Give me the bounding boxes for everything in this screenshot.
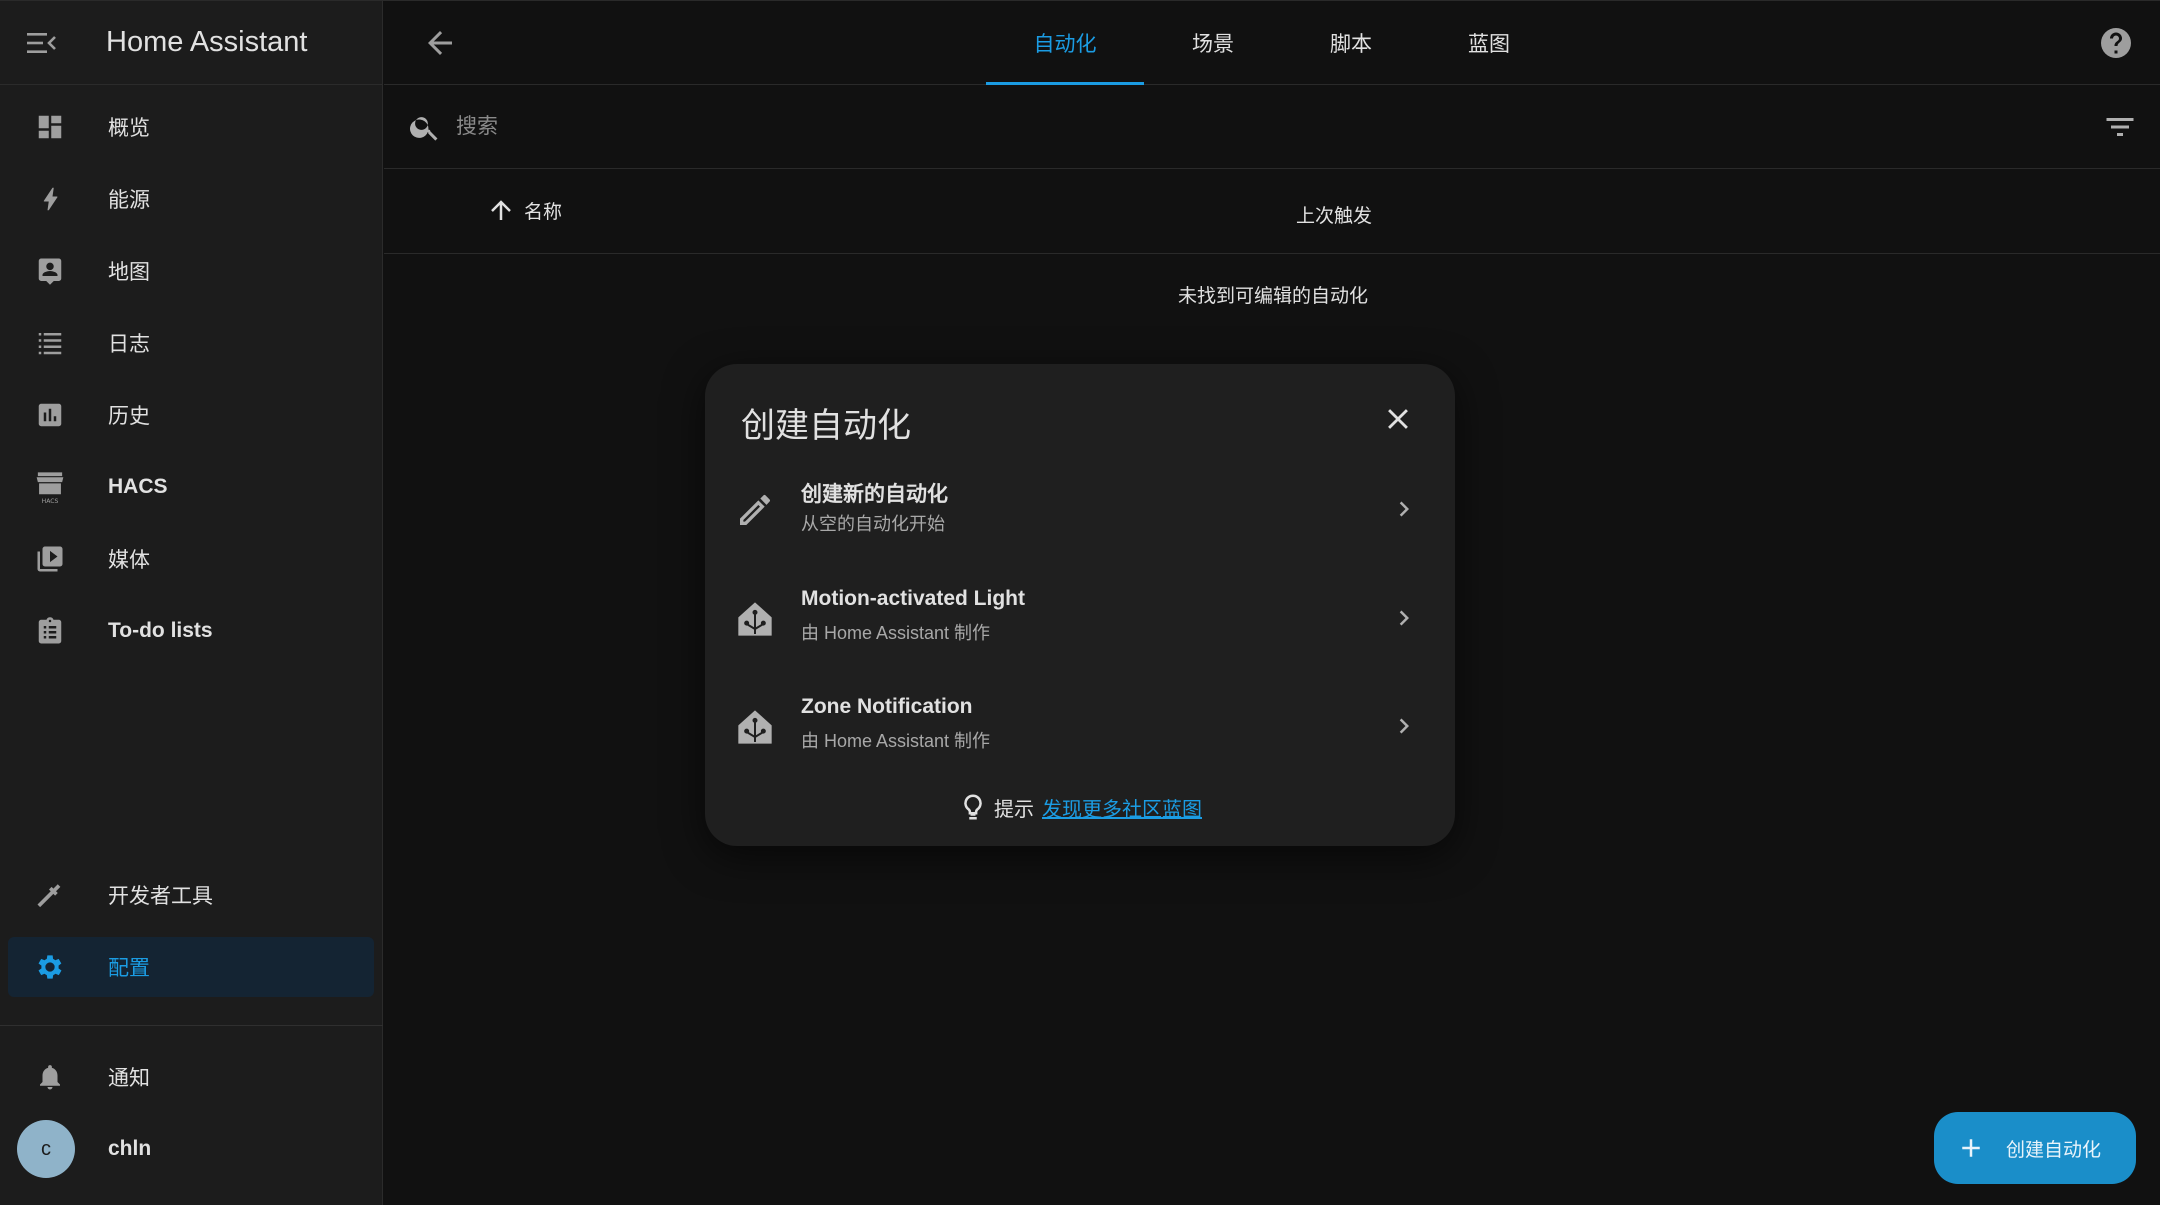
dialog-title: 创建自动化 bbox=[741, 407, 911, 445]
tab-scenes[interactable]: 场景 bbox=[1144, 1, 1282, 85]
app-title: Home Assistant bbox=[106, 26, 308, 58]
empty-table-message: 未找到可编辑的自动化 bbox=[1178, 286, 1369, 307]
dialog-close-button[interactable] bbox=[1381, 402, 1415, 436]
sidebar-item-notifications[interactable]: 通知 bbox=[8, 1047, 374, 1107]
dialog-item-title: 创建新的自动化 bbox=[801, 483, 948, 506]
topbar: 自动化 场景 脚本 蓝图 bbox=[384, 1, 2160, 85]
dialog-item-title: Zone Notification bbox=[801, 695, 973, 718]
dialog-item-subtitle: 由 Home Assistant 制作 bbox=[801, 731, 991, 751]
create-automation-dialog: 创建自动化 创建新的自动化 从空的自动化开始 Motion-activated … bbox=[705, 364, 1455, 846]
sidebar-item-map[interactable]: 地图 bbox=[8, 241, 374, 301]
close-icon bbox=[1388, 409, 1408, 429]
sidebar-item-label: 媒体 bbox=[108, 549, 150, 572]
sidebar-item-hacs[interactable]: HACS HACS bbox=[8, 457, 374, 517]
avatar-wrapper: c bbox=[12, 1120, 80, 1178]
menu-collapse-icon bbox=[27, 32, 56, 53]
clipboard-icon bbox=[16, 616, 84, 646]
sidebar-item-label: 能源 bbox=[108, 189, 150, 212]
chevron-right-icon bbox=[1399, 501, 1409, 517]
map-icon bbox=[16, 256, 84, 286]
media-icon bbox=[16, 544, 84, 574]
menu-toggle-button[interactable] bbox=[0, 1, 84, 85]
sidebar-item-energy[interactable]: 能源 bbox=[8, 169, 374, 229]
chart-icon bbox=[16, 400, 84, 430]
sidebar-item-label: 日志 bbox=[108, 333, 150, 356]
chevron-right-icon bbox=[1399, 718, 1409, 734]
svg-text:HACS: HACS bbox=[42, 498, 59, 504]
sidebar-item-label: 地图 bbox=[108, 261, 150, 284]
arrow-left-icon bbox=[428, 31, 452, 55]
plus-icon bbox=[1962, 1139, 1980, 1157]
sidebar-divider bbox=[0, 1025, 383, 1026]
sidebar-item-settings[interactable]: 配置 bbox=[8, 937, 374, 997]
chevron-right-icon bbox=[1399, 610, 1409, 626]
search-bar bbox=[384, 85, 2160, 169]
hacs-icon: HACS bbox=[16, 470, 84, 504]
dialog-item-subtitle: 从空的自动化开始 bbox=[801, 514, 945, 534]
home-assistant-icon bbox=[738, 602, 772, 636]
dialog-tip: 提示 发现更多社区蓝图 bbox=[705, 792, 1455, 822]
tab-scripts[interactable]: 脚本 bbox=[1282, 1, 1420, 85]
avatar: c bbox=[17, 1120, 75, 1178]
sidebar-item-label: 概览 bbox=[108, 117, 150, 140]
hammer-icon bbox=[16, 880, 84, 910]
lightbulb-icon bbox=[964, 794, 982, 820]
filter-icon bbox=[2106, 118, 2134, 136]
sidebar-item-label: HACS bbox=[108, 475, 168, 498]
dialog-item-zone-notification[interactable]: Zone Notification 由 Home Assistant 制作 bbox=[705, 677, 1455, 777]
home-assistant-icon bbox=[738, 710, 772, 744]
sidebar-item-label: 历史 bbox=[108, 405, 150, 428]
filter-button[interactable] bbox=[2102, 109, 2138, 145]
dialog-item-motion-light[interactable]: Motion-activated Light 由 Home Assistant … bbox=[705, 569, 1455, 669]
table-header: 名称 上次触发 bbox=[384, 169, 2160, 254]
fab-label: 创建自动化 bbox=[2006, 1139, 2102, 1161]
back-button[interactable] bbox=[422, 25, 458, 61]
dialog-item-new-automation[interactable]: 创建新的自动化 从空的自动化开始 bbox=[705, 460, 1455, 560]
sidebar-item-overview[interactable]: 概览 bbox=[8, 97, 374, 157]
user-name: chln bbox=[108, 1137, 152, 1160]
tab-blueprints[interactable]: 蓝图 bbox=[1420, 1, 1558, 85]
gear-icon bbox=[16, 951, 84, 983]
sidebar-item-logbook[interactable]: 日志 bbox=[8, 313, 374, 373]
sidebar-item-label: 通知 bbox=[108, 1067, 150, 1090]
create-automation-fab[interactable]: 创建自动化 bbox=[1934, 1112, 2136, 1184]
sidebar-item-developer-tools[interactable]: 开发者工具 bbox=[8, 865, 374, 925]
help-button[interactable] bbox=[2098, 25, 2134, 61]
sidebar-item-label: To-do lists bbox=[108, 619, 213, 642]
bell-icon bbox=[16, 1062, 84, 1092]
sidebar-item-todo[interactable]: To-do lists bbox=[8, 601, 374, 661]
arrow-up-icon bbox=[491, 200, 511, 220]
dialog-item-title: Motion-activated Light bbox=[801, 587, 1025, 610]
lightning-icon bbox=[16, 184, 84, 214]
sidebar-item-media[interactable]: 媒体 bbox=[8, 529, 374, 589]
help-circle-icon bbox=[2101, 28, 2131, 58]
sidebar: Home Assistant 概览 能源 地图 日志 历史 HACS HACS … bbox=[0, 1, 383, 1205]
pencil-icon bbox=[740, 495, 770, 525]
sidebar-item-history[interactable]: 历史 bbox=[8, 385, 374, 445]
column-header-last-triggered[interactable]: 上次触发 bbox=[1296, 201, 1372, 228]
sidebar-item-label: 配置 bbox=[108, 957, 150, 980]
sidebar-item-label: 开发者工具 bbox=[108, 885, 213, 908]
dashboard-icon bbox=[16, 112, 84, 142]
list-icon bbox=[16, 328, 84, 358]
dialog-item-subtitle: 由 Home Assistant 制作 bbox=[801, 623, 991, 643]
community-blueprints-link[interactable]: 发现更多社区蓝图 bbox=[1042, 793, 1202, 822]
tab-automations[interactable]: 自动化 bbox=[986, 1, 1144, 85]
tip-label: 提示 bbox=[994, 798, 1034, 821]
column-header-name[interactable]: 名称 bbox=[486, 195, 562, 225]
app-root: Home Assistant 概览 能源 地图 日志 历史 HACS HACS … bbox=[0, 0, 2160, 1205]
column-header-name-label: 名称 bbox=[524, 201, 563, 223]
sidebar-item-profile[interactable]: c chln bbox=[8, 1119, 374, 1179]
search-input[interactable] bbox=[456, 114, 1956, 139]
search-icon bbox=[410, 116, 438, 141]
sidebar-header: Home Assistant bbox=[0, 1, 382, 85]
